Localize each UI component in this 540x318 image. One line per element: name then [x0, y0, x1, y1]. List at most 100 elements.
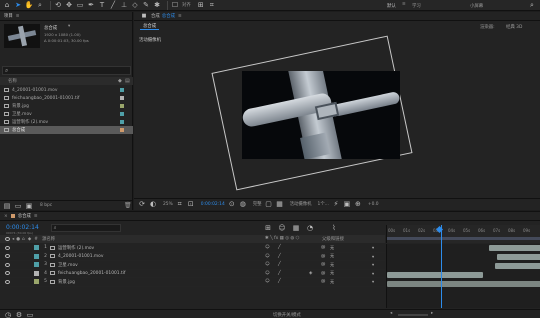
expand-modes-icon[interactable]: ▭	[26, 311, 34, 318]
eraser-tool-icon[interactable]: ◇	[131, 1, 139, 9]
parent-dropdown[interactable]: 无	[330, 270, 334, 276]
search-help-icon[interactable]: ⌕	[530, 1, 534, 10]
camera-dropdown[interactable]: 活动摄像机	[290, 201, 312, 207]
bpc-label[interactable]: 8 bpc	[40, 203, 52, 208]
audio-toggle-icon[interactable]: ◂	[12, 237, 14, 242]
table-row[interactable]: 5 背景.jpg ☺ ╱ @ 无 ▾	[0, 278, 385, 287]
interpret-footage-icon[interactable]: ▤	[3, 202, 11, 210]
list-item[interactable]: 背景.jpg	[0, 102, 133, 110]
timeline-menu-icon[interactable]: ≡	[34, 214, 38, 219]
label-swatch[interactable]	[34, 270, 39, 276]
region-of-interest-icon[interactable]: ▢	[265, 200, 273, 208]
lock-icon[interactable]: ■	[140, 12, 148, 20]
shy-layers-icon[interactable]: ☺	[278, 224, 286, 232]
parent-dropdown[interactable]: 无	[330, 245, 334, 251]
workspace-menu-icon[interactable]: ≡	[402, 2, 406, 7]
always-preview-icon[interactable]: ⟳	[138, 200, 146, 208]
list-item[interactable]: 卫星.mov	[0, 110, 133, 118]
label-column-icon[interactable]: ◆	[28, 237, 31, 242]
layer-name[interactable]: 背景.jpg	[58, 279, 75, 285]
parent-dropdown[interactable]: 无	[330, 253, 334, 259]
align-checkbox-icon[interactable]: ☐	[171, 1, 179, 9]
resolution-dropdown[interactable]: 完整	[253, 201, 262, 207]
viewport[interactable]	[134, 31, 540, 197]
expand-switches-icon[interactable]: ⚙	[15, 311, 23, 318]
lock-column-icon[interactable]: ⌂	[22, 237, 25, 242]
timeline-tab[interactable]: 总合成	[18, 213, 31, 219]
list-item[interactable]: 4_20001-01001.mov	[0, 86, 133, 94]
render-time-icon[interactable]: ◷	[4, 311, 12, 318]
graph-editor-icon[interactable]: ⌇	[330, 224, 338, 232]
quality-switch-icon[interactable]: ╱	[278, 245, 281, 250]
zoom-slider[interactable]	[398, 314, 428, 316]
transparency-grid-icon[interactable]: ▦	[276, 200, 284, 208]
project-tab[interactable]: 项目	[4, 13, 13, 19]
layer-name[interactable]: 运营制作 (2).mov	[58, 245, 94, 251]
parent-pickwhip-icon[interactable]: @	[321, 279, 325, 284]
list-item[interactable]: 总合成	[0, 126, 133, 134]
pan-behind-icon[interactable]: ✥	[65, 1, 73, 9]
new-folder-icon[interactable]: ▭	[14, 202, 22, 210]
parent-header[interactable]: 父级和链接	[322, 236, 344, 242]
track-area[interactable]	[386, 225, 540, 308]
shy-switch-icon[interactable]: ☺	[265, 254, 270, 259]
zoom-tool-icon[interactable]: ⌕	[36, 1, 44, 9]
safe-zones-icon[interactable]: ⊡	[187, 200, 195, 208]
quality-switch-icon[interactable]: ╱	[278, 254, 281, 259]
draft-3d-icon[interactable]: ⊞	[264, 224, 272, 232]
parent-pickwhip-icon[interactable]: @	[321, 254, 325, 259]
timeline-toggle-icon[interactable]: ▣	[343, 200, 351, 208]
parent-dropdown[interactable]: 无	[330, 262, 334, 268]
comp-dropdown-icon[interactable]: ▾	[68, 24, 70, 29]
quality-switch-icon[interactable]: ╱	[278, 271, 281, 276]
label-column-icon[interactable]: ◆	[118, 78, 122, 84]
snapshot-icon[interactable]: ⊙	[228, 200, 236, 208]
label-swatch[interactable]	[34, 279, 39, 285]
time-ruler[interactable]: 00s 01s 02s 03s 04s 05s 06s 07s 08s 09s	[386, 225, 540, 243]
shy-switch-icon[interactable]: ☺	[265, 245, 270, 250]
layer-bar[interactable]	[387, 281, 540, 287]
project-search[interactable]: ⌕	[2, 66, 131, 75]
parent-dropdown[interactable]: 无	[330, 279, 334, 285]
shy-switch-icon[interactable]: ☺	[265, 262, 270, 267]
renderer-value[interactable]: 经典 3D	[506, 24, 522, 30]
layer-name[interactable]: feichuangbao_20001-01001.tif	[58, 271, 125, 276]
rectangle-tool-icon[interactable]: ▭	[76, 1, 84, 9]
dropdown-chevron-icon[interactable]: ▾	[372, 262, 374, 267]
subtab-active[interactable]: 总合成	[140, 23, 160, 30]
viewer-tab-name[interactable]: 总合成	[162, 13, 175, 19]
camera-orbit-icon[interactable]: ⟲	[54, 1, 62, 9]
parent-pickwhip-icon[interactable]: @	[321, 262, 325, 267]
roto-brush-icon[interactable]: ✎	[142, 1, 150, 9]
zoom-dropdown[interactable]: 25%	[163, 202, 173, 207]
source-name-header[interactable]: 源名称	[42, 236, 55, 242]
visibility-icon[interactable]	[5, 262, 10, 267]
clone-stamp-icon[interactable]: ⊥	[120, 1, 128, 9]
dropdown-chevron-icon[interactable]: ▾	[372, 254, 374, 259]
layer-bar[interactable]	[489, 245, 540, 251]
visibility-icon[interactable]	[5, 279, 10, 284]
toggle-switches-modes[interactable]: 切换开关/模式	[273, 312, 301, 318]
zoom-in-icon[interactable]: ▸	[431, 311, 433, 316]
table-row[interactable]: 2 4_20001-01001.mov ☺ ╱ @ 无 ▾	[0, 253, 385, 261]
visibility-icon[interactable]	[5, 254, 10, 259]
work-area-bar[interactable]	[387, 237, 540, 240]
delete-icon[interactable]: 🗑	[124, 202, 132, 209]
flowchart-icon[interactable]: ⊕	[354, 200, 362, 208]
layer-bar[interactable]	[497, 254, 540, 260]
workspace-default[interactable]: 默认	[387, 3, 396, 9]
exposure-value[interactable]: +0.0	[368, 202, 379, 207]
table-row[interactable]: 4 feichuangbao_20001-01001.tif ☺ ╱ ◈ @ 无…	[0, 270, 385, 278]
frame-blending-icon[interactable]: ▦	[292, 224, 300, 232]
brush-tool-icon[interactable]: ╱	[109, 1, 117, 9]
list-item[interactable]: 运营制作 (2).mov	[0, 118, 133, 126]
quality-switch-icon[interactable]: ╱	[278, 279, 281, 284]
label-swatch[interactable]	[34, 245, 39, 251]
table-row[interactable]: 1 运营制作 (2).mov ☺ ╱ @ 无 ▾	[0, 244, 385, 253]
switches-header-icon[interactable]: ✱ ╲ fx ▦ ◎ ◍ ⬡	[265, 236, 299, 241]
panel-menu-icon[interactable]: ≡	[16, 14, 20, 19]
timeline-timecode[interactable]: 0:00:02:14	[6, 224, 39, 231]
visibility-icon[interactable]	[5, 245, 10, 250]
workspace-small-screen[interactable]: 小屏幕	[470, 3, 483, 9]
type-tool-icon[interactable]: T	[98, 1, 106, 9]
